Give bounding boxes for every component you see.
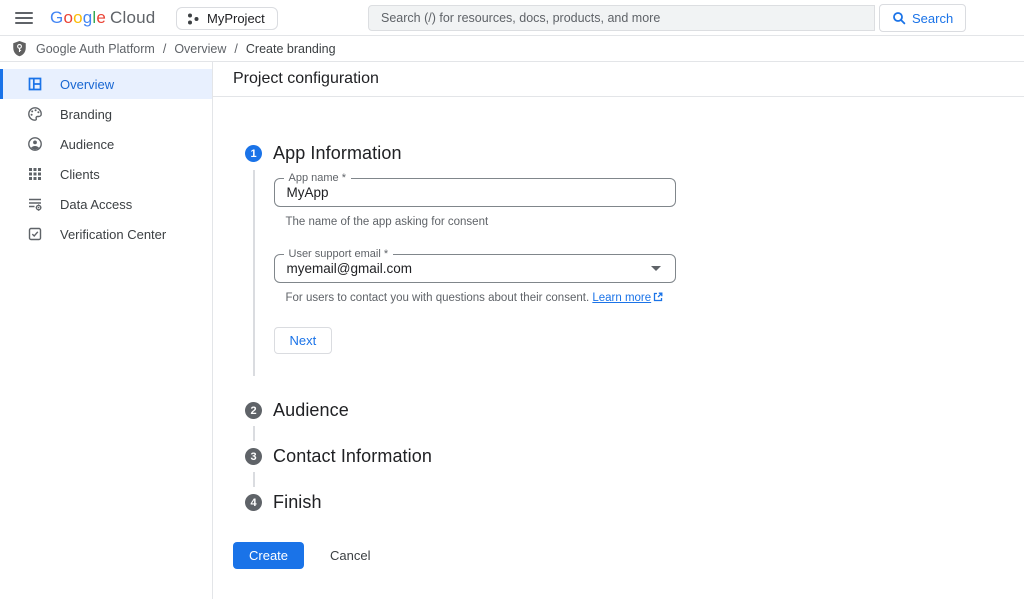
step-title: Contact Information (273, 446, 432, 467)
logo-letter: o (63, 8, 73, 28)
stepper-connector-line (253, 472, 255, 487)
chevron-down-icon[interactable] (651, 266, 661, 271)
sidebar-nav: Overview Branding Audience Clients Data … (0, 62, 213, 599)
sidebar-item-label: Clients (60, 167, 100, 182)
step-audience: 2 Audience (245, 400, 1024, 421)
app-information-form: App name * The name of the app asking fo… (253, 170, 673, 376)
step-title: App Information (273, 143, 402, 164)
user-support-email-field[interactable]: User support email * myemail@gmail.com (274, 254, 676, 283)
main-content: Project configuration 1 App Information … (213, 62, 1024, 599)
palette-icon (27, 106, 43, 122)
hamburger-menu-icon[interactable] (13, 7, 35, 29)
search-input[interactable] (369, 6, 874, 30)
learn-more-link[interactable]: Learn more (592, 292, 651, 304)
sidebar-item-label: Overview (60, 77, 114, 92)
breadcrumb: Google Auth Platform / Overview / Create… (0, 36, 1024, 62)
sidebar-item-branding[interactable]: Branding (0, 99, 212, 129)
sidebar-item-label: Branding (60, 107, 112, 122)
next-button[interactable]: Next (274, 327, 333, 354)
checkbox-icon (27, 226, 43, 242)
sidebar-item-verification-center[interactable]: Verification Center (0, 219, 212, 249)
page-title: Project configuration (213, 62, 1024, 97)
form-actions: Create Cancel (233, 542, 1024, 569)
step-contact-information: 3 Contact Information (245, 446, 1024, 467)
dashboard-icon (27, 76, 43, 92)
logo-letter: e (96, 8, 106, 28)
logo-letter: g (83, 8, 93, 28)
step-number-badge: 2 (245, 402, 262, 419)
breadcrumb-separator: / (234, 42, 237, 56)
create-button[interactable]: Create (233, 542, 304, 569)
breadcrumb-item-auth-platform[interactable]: Google Auth Platform (36, 42, 155, 56)
apps-grid-icon (27, 166, 43, 182)
step-title: Finish (273, 492, 322, 513)
sidebar-item-label: Verification Center (60, 227, 166, 242)
logo-cloud-text: Cloud (110, 8, 155, 28)
logo-letter: G (50, 8, 63, 28)
list-gear-icon (27, 196, 43, 212)
project-selector-button[interactable]: MyProject (176, 7, 278, 30)
step-finish: 4 Finish (245, 492, 1024, 513)
app-name-field[interactable]: App name * (274, 178, 676, 207)
step-number-badge: 1 (245, 145, 262, 162)
helper-text: For users to contact you with questions … (286, 292, 590, 304)
cancel-button[interactable]: Cancel (330, 548, 370, 563)
search-icon (892, 11, 906, 25)
user-support-email-label: User support email * (284, 248, 394, 260)
user-support-email-helper-text: For users to contact you with questions … (286, 292, 673, 305)
sidebar-item-clients[interactable]: Clients (0, 159, 212, 189)
project-selector-label: MyProject (207, 11, 265, 26)
app-name-input[interactable] (275, 185, 675, 200)
person-icon (27, 136, 43, 152)
sidebar-item-label: Data Access (60, 197, 132, 212)
sidebar-item-data-access[interactable]: Data Access (0, 189, 212, 219)
auth-platform-shield-icon (12, 40, 27, 57)
sidebar-item-overview[interactable]: Overview (0, 69, 212, 99)
breadcrumb-separator: / (163, 42, 166, 56)
stepper-connector-line (253, 426, 255, 441)
app-name-label: App name * (284, 172, 351, 184)
step-number-badge: 3 (245, 448, 262, 465)
step-app-information: 1 App Information (245, 143, 1024, 164)
external-link-icon (653, 292, 663, 305)
top-bar: Google Cloud MyProject Search (0, 0, 1024, 36)
project-selector-icon (186, 12, 200, 26)
step-title: Audience (273, 400, 349, 421)
breadcrumb-item-create-branding: Create branding (246, 42, 336, 56)
search-button-label: Search (912, 11, 953, 26)
google-cloud-logo: Google Cloud (50, 0, 155, 36)
sidebar-item-label: Audience (60, 137, 114, 152)
logo-letter: o (73, 8, 83, 28)
sidebar-item-audience[interactable]: Audience (0, 129, 212, 159)
step-number-badge: 4 (245, 494, 262, 511)
search-button[interactable]: Search (879, 4, 966, 32)
setup-stepper: 1 App Information App name * The name of… (233, 143, 1024, 513)
user-support-email-value: myemail@gmail.com (275, 261, 651, 276)
app-name-helper-text: The name of the app asking for consent (286, 216, 673, 228)
breadcrumb-item-overview[interactable]: Overview (174, 42, 226, 56)
search-bar (368, 5, 875, 31)
